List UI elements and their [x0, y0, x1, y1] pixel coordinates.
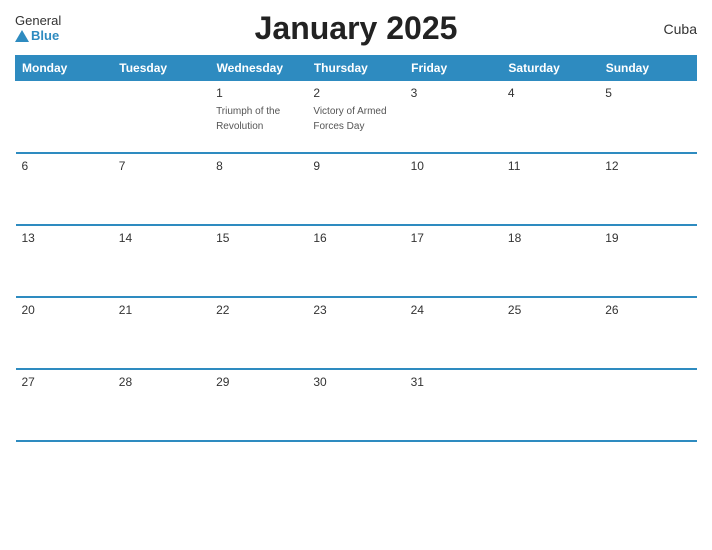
day-number: 27 — [22, 375, 107, 389]
day-number: 4 — [508, 86, 593, 100]
day-number: 7 — [119, 159, 204, 173]
calendar-cell: 11 — [502, 153, 599, 225]
day-number: 19 — [605, 231, 690, 245]
day-number: 21 — [119, 303, 204, 317]
day-number: 17 — [411, 231, 496, 245]
day-number: 14 — [119, 231, 204, 245]
day-number: 25 — [508, 303, 593, 317]
weekday-header-monday: Monday — [16, 56, 113, 81]
calendar-cell: 12 — [599, 153, 696, 225]
weekday-header-row: MondayTuesdayWednesdayThursdayFridaySatu… — [16, 56, 697, 81]
calendar-cell: 30 — [307, 369, 404, 441]
day-number: 11 — [508, 159, 593, 173]
calendar-cell — [16, 81, 113, 153]
calendar-cell: 24 — [405, 297, 502, 369]
weekday-header-wednesday: Wednesday — [210, 56, 307, 81]
day-number: 22 — [216, 303, 301, 317]
event-text: Victory of Armed Forces Day — [313, 106, 386, 132]
logo: General Blue — [15, 14, 61, 43]
week-row-2: 6789 10 11 12 — [16, 153, 697, 225]
calendar-cell — [502, 369, 599, 441]
calendar-cell: 25 — [502, 297, 599, 369]
calendar-cell: 20 — [16, 297, 113, 369]
day-number: 29 — [216, 375, 301, 389]
day-number: 8 — [216, 159, 301, 173]
calendar-table: MondayTuesdayWednesdayThursdayFridaySatu… — [15, 55, 697, 442]
calendar-cell: 6 — [16, 153, 113, 225]
day-number: 10 — [411, 159, 496, 173]
calendar-cell: 31 — [405, 369, 502, 441]
calendar-cell: 17 — [405, 225, 502, 297]
day-number: 1 — [216, 86, 301, 100]
calendar-cell: 5 — [599, 81, 696, 153]
calendar-cell: 8 — [210, 153, 307, 225]
weekday-header-tuesday: Tuesday — [113, 56, 210, 81]
weekday-header-saturday: Saturday — [502, 56, 599, 81]
day-number: 2 — [313, 86, 398, 100]
calendar-cell: 9 — [307, 153, 404, 225]
week-row-3: 13 14 15 16 17 18 19 — [16, 225, 697, 297]
day-number: 3 — [411, 86, 496, 100]
calendar-cell: 2 Victory of Armed Forces Day — [307, 81, 404, 153]
logo-blue-text: Blue — [15, 28, 59, 43]
week-row-5: 27 28 29 30 31 — [16, 369, 697, 441]
calendar-cell: 29 — [210, 369, 307, 441]
day-number: 30 — [313, 375, 398, 389]
calendar-cell: 3 — [405, 81, 502, 153]
logo-triangle-icon — [15, 30, 29, 42]
week-row-1: 1 Triumph of the Revolution 2 Victory of Ar… — [16, 81, 697, 153]
calendar-cell — [599, 369, 696, 441]
calendar-cell: 22 — [210, 297, 307, 369]
day-number: 18 — [508, 231, 593, 245]
calendar-cell: 1 Triumph of the Revolution — [210, 81, 307, 153]
weekday-header-sunday: Sunday — [599, 56, 696, 81]
calendar-cell: 23 — [307, 297, 404, 369]
calendar-cell: 26 — [599, 297, 696, 369]
day-number: 12 — [605, 159, 690, 173]
calendar-cell: 10 — [405, 153, 502, 225]
calendar-header: General Blue January 2025 Cuba — [15, 10, 697, 47]
day-number: 16 — [313, 231, 398, 245]
calendar-cell: 14 — [113, 225, 210, 297]
week-row-4: 20 21 22 23 24 25 26 — [16, 297, 697, 369]
event-text: Triumph of the Revolution — [216, 106, 280, 132]
calendar-cell: 4 — [502, 81, 599, 153]
day-number: 9 — [313, 159, 398, 173]
calendar-cell: 15 — [210, 225, 307, 297]
calendar-cell: 19 — [599, 225, 696, 297]
calendar-cell: 21 — [113, 297, 210, 369]
day-number: 23 — [313, 303, 398, 317]
day-number: 13 — [22, 231, 107, 245]
weekday-header-thursday: Thursday — [307, 56, 404, 81]
calendar-container: General Blue January 2025 Cuba MondayTue… — [0, 0, 712, 550]
day-number: 31 — [411, 375, 496, 389]
month-title: January 2025 — [255, 10, 458, 47]
calendar-cell: 16 — [307, 225, 404, 297]
calendar-cell: 13 — [16, 225, 113, 297]
country-label: Cuba — [664, 21, 697, 37]
day-number: 15 — [216, 231, 301, 245]
calendar-cell: 28 — [113, 369, 210, 441]
logo-general-text: General — [15, 14, 61, 28]
day-number: 20 — [22, 303, 107, 317]
day-number: 26 — [605, 303, 690, 317]
calendar-cell: 18 — [502, 225, 599, 297]
calendar-cell: 27 — [16, 369, 113, 441]
day-number: 6 — [22, 159, 107, 173]
weekday-header-friday: Friday — [405, 56, 502, 81]
calendar-cell: 7 — [113, 153, 210, 225]
calendar-cell — [113, 81, 210, 153]
day-number: 5 — [605, 86, 690, 100]
day-number: 28 — [119, 375, 204, 389]
day-number: 24 — [411, 303, 496, 317]
